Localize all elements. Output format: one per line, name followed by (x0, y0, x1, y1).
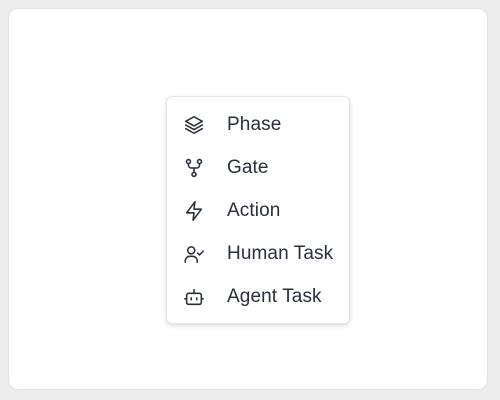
menu-item-gate[interactable]: Gate (167, 146, 349, 189)
menu-item-phase[interactable]: Phase (167, 103, 349, 146)
layers-icon (183, 114, 205, 136)
menu-item-label: Phase (227, 113, 282, 135)
menu-item-agent-task[interactable]: Agent Task (167, 275, 349, 318)
git-fork-icon (183, 157, 205, 179)
node-type-menu: Phase Gate Action Human Task Agent Task (166, 96, 350, 324)
lightning-icon (183, 200, 205, 222)
menu-item-label: Human Task (227, 242, 334, 264)
menu-item-label: Action (227, 199, 281, 221)
menu-item-action[interactable]: Action (167, 189, 349, 232)
menu-item-label: Gate (227, 156, 269, 178)
user-check-icon (183, 243, 205, 265)
bot-icon (183, 286, 205, 308)
menu-item-label: Agent Task (227, 285, 322, 307)
menu-item-human-task[interactable]: Human Task (167, 232, 349, 275)
canvas-panel: Phase Gate Action Human Task Agent Task (8, 8, 488, 390)
